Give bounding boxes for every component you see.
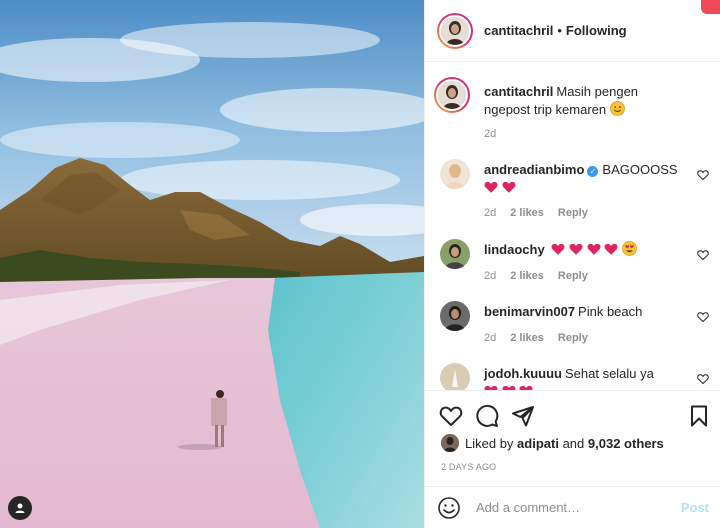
like-comment-icon[interactable] <box>697 311 709 323</box>
likes-joiner: and <box>562 435 585 451</box>
post-comment-button[interactable]: Post <box>681 500 709 515</box>
comment-text: Sehat selalu ya <box>564 366 654 381</box>
reply-button[interactable]: Reply <box>558 270 588 282</box>
comment-body: benimarvin007 Pink beach <box>484 303 684 321</box>
comment-age[interactable]: 2d <box>484 207 496 219</box>
liker-username[interactable]: adipati <box>517 436 559 451</box>
post-header: cantitachril • Following <box>425 0 720 62</box>
caption-avatar[interactable] <box>434 77 470 113</box>
caption-avatar-photo <box>438 81 466 109</box>
comment-age[interactable]: 2d <box>484 270 496 282</box>
commenter-avatar[interactable] <box>440 239 470 269</box>
heart-emoji <box>587 243 601 255</box>
commenter-avatar-photo <box>440 301 470 331</box>
comment-text: Pink beach <box>578 304 643 319</box>
author-username[interactable]: cantitachril <box>484 23 553 38</box>
heart-emoji <box>551 243 565 255</box>
commenter-avatar-photo <box>440 239 470 269</box>
user-silhouette-glyph <box>15 503 25 513</box>
reply-button[interactable]: Reply <box>558 207 588 219</box>
bookmark-icon[interactable] <box>687 404 711 428</box>
liker-avatar <box>441 434 459 452</box>
like-comment-icon[interactable] <box>697 373 709 385</box>
heart-emoji <box>604 243 618 255</box>
comment-likes[interactable]: 2 likes <box>510 270 544 282</box>
comment-row: jodoh.kuuuu Sehat selalu ya <box>437 363 713 390</box>
heart-emoji <box>484 181 498 193</box>
user-tag-icon[interactable] <box>8 496 32 520</box>
comment-meta: 2d 2 likes Reply <box>484 270 588 282</box>
comment-row: lindaochy 2d 2 likes Reply <box>437 239 713 287</box>
caption-age[interactable]: 2d <box>484 128 496 140</box>
comment-row: benimarvin007 Pink beach 2d 2 likes Reply <box>437 301 713 349</box>
reply-button[interactable]: Reply <box>558 332 588 344</box>
likes-summary[interactable]: Liked by adipati and 9,032 others <box>441 434 664 452</box>
commenter-avatar[interactable] <box>440 301 470 331</box>
header-separator: • <box>557 23 562 38</box>
beach-landscape-image <box>0 0 424 528</box>
heart-emoji <box>502 181 516 193</box>
comment-meta: 2d 2 likes Reply <box>484 332 588 344</box>
comment-username[interactable]: andreadianbimo <box>484 162 584 177</box>
like-comment-icon[interactable] <box>697 169 709 181</box>
comment-meta: 2d 2 likes Reply <box>484 207 588 219</box>
post-actions: Liked by adipati and 9,032 others 2 DAYS… <box>425 390 720 485</box>
caption-row: cantitachril Masih pengen ngepost trip ke… <box>434 77 713 140</box>
comment-row: andreadianbimo ✓ BAGOOOSS 2d 2 likes Reply <box>437 159 713 221</box>
comment-likes[interactable]: 2 likes <box>510 207 544 219</box>
author-avatar[interactable] <box>437 12 473 49</box>
post-timestamp[interactable]: 2 DAYS AGO <box>441 462 496 472</box>
comments-list[interactable]: cantitachril Masih pengen ngepost trip ke… <box>425 63 720 390</box>
commenter-avatar[interactable] <box>440 159 470 189</box>
post-side-panel: cantitachril • Following cantitachril Mas… <box>424 0 720 528</box>
comment-username[interactable]: jodoh.kuuuu <box>484 366 562 381</box>
comment-input[interactable] <box>476 500 666 515</box>
commenter-avatar-photo <box>440 159 470 189</box>
comment-age[interactable]: 2d <box>484 332 496 344</box>
heart-eyes-emoji <box>621 241 637 256</box>
author-avatar-photo <box>441 16 469 45</box>
comment-username[interactable]: lindaochy <box>484 242 545 257</box>
comment-bubble-icon[interactable] <box>475 404 499 428</box>
verified-badge-icon: ✓ <box>587 166 599 177</box>
caption-username[interactable]: cantitachril <box>484 84 553 99</box>
comment-text: BAGOOOSS <box>602 162 678 177</box>
comment-body: andreadianbimo ✓ BAGOOOSS <box>484 161 684 197</box>
likes-prefix: Liked by <box>465 435 514 451</box>
comment-likes[interactable]: 2 likes <box>510 332 544 344</box>
caption-meta: 2d <box>484 128 496 140</box>
commenter-avatar-photo <box>440 363 470 390</box>
post-photo[interactable] <box>0 0 424 528</box>
likes-count[interactable]: 9,032 others <box>588 436 664 451</box>
smiling-face-emoji <box>609 101 625 116</box>
paper-plane-icon[interactable] <box>511 404 535 428</box>
commenter-avatar[interactable] <box>440 363 470 390</box>
following-button[interactable]: Following <box>566 23 627 38</box>
comment-username[interactable]: benimarvin007 <box>484 304 575 319</box>
notification-badge <box>701 0 720 14</box>
comment-body: lindaochy <box>484 241 684 259</box>
comment-body: jodoh.kuuuu Sehat selalu ya <box>484 365 684 390</box>
like-comment-icon[interactable] <box>697 249 709 261</box>
heart-outline-icon[interactable] <box>439 404 463 428</box>
comment-composer: Post <box>425 486 720 528</box>
caption-body: cantitachril Masih pengen ngepost trip ke… <box>484 83 684 119</box>
smiley-face-icon[interactable] <box>437 496 461 520</box>
heart-emoji <box>569 243 583 255</box>
